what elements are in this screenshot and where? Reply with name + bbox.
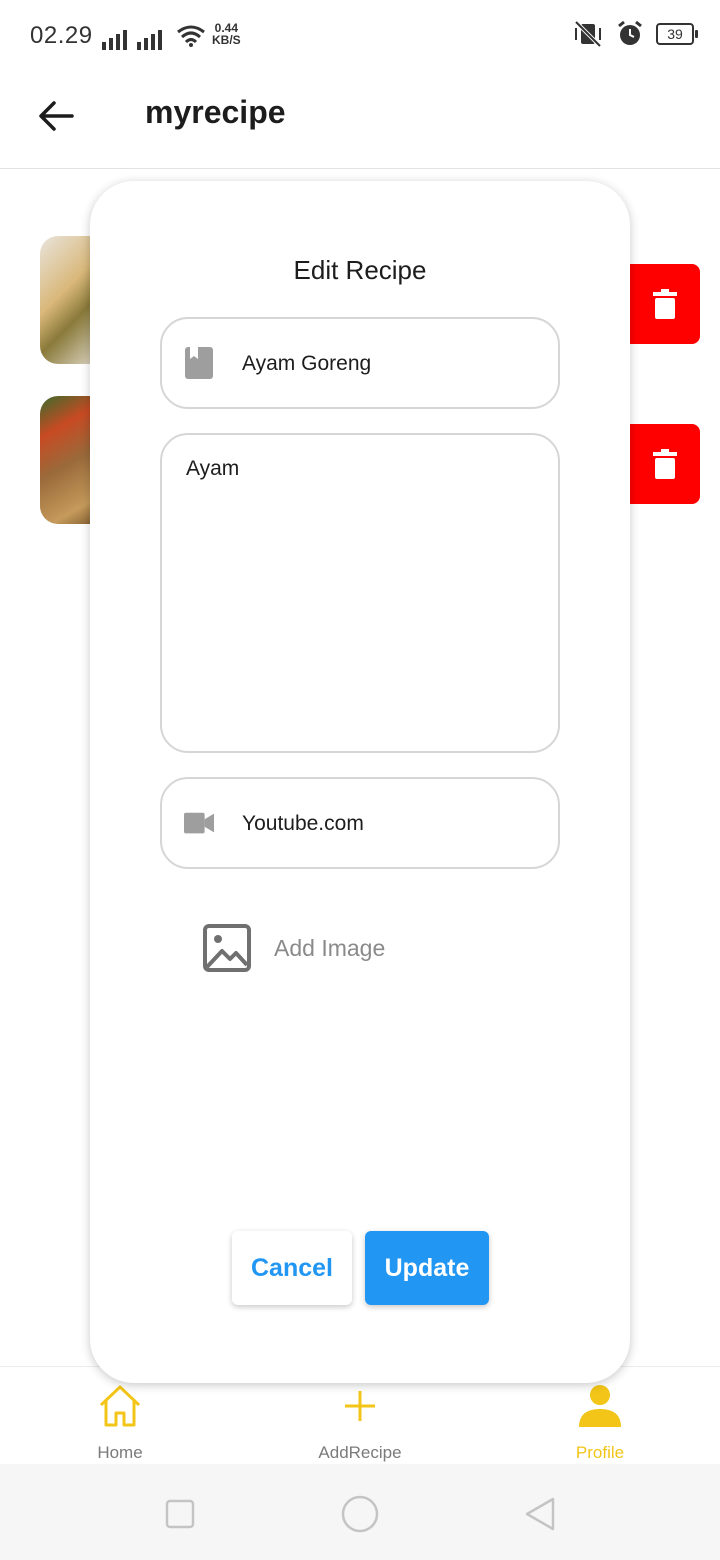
video-link-field[interactable]: Youtube.com <box>160 777 560 869</box>
system-navigation-bar <box>0 1464 720 1560</box>
app-bar: myrecipe <box>0 72 720 169</box>
signal-2-icon <box>137 24 162 50</box>
nav-label-home: Home <box>97 1443 143 1462</box>
signal-1-icon <box>102 24 127 50</box>
net-speed: 0.44 KB/S <box>212 22 241 46</box>
status-right: 39 <box>572 20 698 48</box>
dialog-title: Edit Recipe <box>293 255 427 285</box>
delete-button[interactable] <box>630 424 700 504</box>
home-icon <box>95 1381 145 1431</box>
plus-icon <box>335 1381 385 1431</box>
videocam-icon <box>184 807 214 839</box>
video-link-value: Youtube.com <box>242 812 364 835</box>
trash-icon <box>653 449 677 479</box>
person-icon <box>575 1381 625 1431</box>
recipe-description-value: Ayam <box>186 457 240 480</box>
status-time: 02.29 <box>30 22 93 49</box>
home-system-button[interactable] <box>340 1494 380 1534</box>
nav-label-profile: Profile <box>575 1443 625 1462</box>
add-image-button[interactable]: Add Image <box>202 923 385 973</box>
arrow-back-icon <box>39 101 74 131</box>
cancel-button[interactable]: Cancel <box>232 1231 352 1305</box>
trash-icon <box>653 289 677 319</box>
square-icon <box>165 1499 195 1529</box>
wifi-icon <box>177 25 205 47</box>
nav-label-addrecipe: AddRecipe <box>318 1443 402 1462</box>
recipe-name-field[interactable]: Ayam Goreng <box>160 317 560 409</box>
page-title: myrecipe <box>145 94 286 130</box>
back-button[interactable] <box>32 92 80 140</box>
back-system-button[interactable] <box>520 1494 560 1534</box>
battery-icon: 39 <box>656 23 698 45</box>
alarm-icon <box>618 20 642 45</box>
delete-button[interactable] <box>630 264 700 344</box>
signal-icons <box>102 24 162 50</box>
recipe-name-value: Ayam Goreng <box>242 352 372 375</box>
image-icon <box>203 924 251 972</box>
net-speed-unit: KB/S <box>212 33 241 47</box>
status-bar: 02.29 0.44 KB/S 39 <box>0 0 720 72</box>
recipe-description-field[interactable]: Ayam <box>160 433 560 753</box>
update-button[interactable]: Update <box>365 1231 489 1305</box>
circle-icon <box>341 1495 379 1533</box>
triangle-back-icon <box>525 1497 555 1531</box>
edit-recipe-dialog: Edit Recipe Ayam Goreng Ayam Youtube.com… <box>90 181 630 1383</box>
book-icon <box>184 347 214 379</box>
recent-apps-button[interactable] <box>160 1494 200 1534</box>
vibrate-off-icon <box>574 20 602 48</box>
add-image-label: Add Image <box>274 934 386 961</box>
